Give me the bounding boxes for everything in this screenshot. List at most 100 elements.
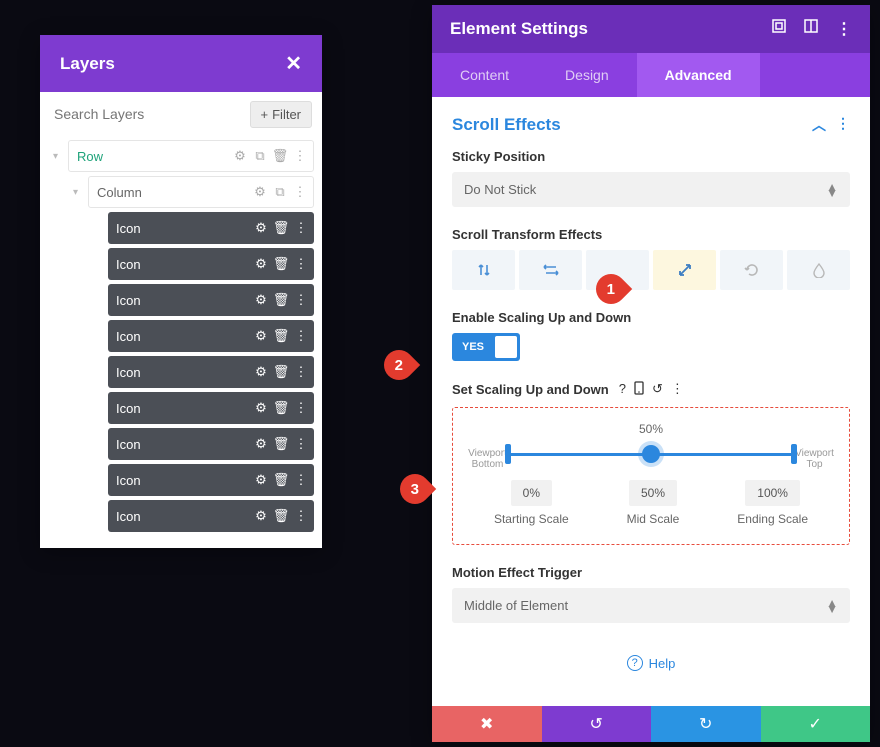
bottom-bar: ✖ ↺ ↻ ✓ (432, 706, 870, 742)
close-icon[interactable]: ✕ (285, 51, 302, 76)
columns-icon[interactable] (804, 19, 818, 39)
starting-scale-value[interactable]: 0% (511, 480, 552, 506)
gear-icon[interactable]: ⚙ (254, 221, 268, 235)
more-icon[interactable]: ⋮ (294, 329, 308, 343)
layer-column[interactable]: ▾ Column ⚙ ⧉ ⋮ (88, 176, 314, 208)
layer-icon-item[interactable]: Icon⚙🗑⋮ (108, 392, 314, 424)
duplicate-icon[interactable]: ⧉ (273, 185, 287, 199)
tab-content[interactable]: Content (432, 53, 537, 97)
slider-handle-end[interactable] (791, 444, 797, 464)
trash-icon[interactable]: 🗑 (274, 401, 288, 415)
trash-icon[interactable]: 🗑 (274, 221, 288, 235)
layer-icon-item[interactable]: Icon⚙🗑⋮ (108, 428, 314, 460)
effect-vertical-icon[interactable] (452, 250, 515, 290)
tab-advanced[interactable]: Advanced (637, 53, 760, 97)
effect-scale-icon[interactable] (653, 250, 716, 290)
layer-icon-item[interactable]: Icon⚙🗑⋮ (108, 248, 314, 280)
caret-icon[interactable]: ▾ (73, 187, 78, 198)
slider-track[interactable] (505, 442, 797, 466)
layer-icon-item[interactable]: Icon⚙🗑⋮ (108, 464, 314, 496)
gear-icon[interactable]: ⚙ (254, 401, 268, 415)
tab-design[interactable]: Design (537, 53, 637, 97)
gear-icon[interactable]: ⚙ (254, 509, 268, 523)
more-icon[interactable]: ⋮ (294, 293, 308, 307)
icon-item-label: Icon (108, 365, 141, 380)
trash-icon[interactable]: 🗑 (274, 437, 288, 451)
trash-icon[interactable]: 🗑 (274, 365, 288, 379)
undo-icon: ↺ (590, 714, 603, 734)
layer-icon-item[interactable]: Icon⚙🗑⋮ (108, 320, 314, 352)
effect-rotate-icon[interactable] (720, 250, 783, 290)
gear-icon[interactable]: ⚙ (254, 293, 268, 307)
trash-icon[interactable]: 🗑 (274, 293, 288, 307)
slider-mid-percent: 50% (465, 422, 837, 436)
toggle-knob (495, 336, 517, 358)
more-icon[interactable]: ⋮ (836, 115, 850, 135)
section-header[interactable]: Scroll Effects ︿ ⋮ (452, 115, 850, 135)
chevron-up-icon[interactable]: ︿ (812, 115, 826, 135)
more-icon[interactable]: ⋮ (836, 19, 852, 39)
gear-icon[interactable]: ⚙ (233, 149, 247, 163)
more-icon[interactable]: ⋮ (294, 437, 308, 451)
layer-icon-item[interactable]: Icon ⚙ 🗑 ⋮ (108, 284, 314, 316)
set-scaling-row: Set Scaling Up and Down ? ↺ ⋮ (452, 381, 850, 397)
more-icon[interactable]: ⋮ (293, 185, 307, 199)
more-icon[interactable]: ⋮ (293, 149, 307, 163)
more-icon[interactable]: ⋮ (294, 473, 308, 487)
cancel-button[interactable]: ✖ (432, 706, 542, 742)
gear-icon[interactable]: ⚙ (254, 329, 268, 343)
help-label: Help (649, 656, 676, 671)
gear-icon[interactable]: ⚙ (254, 437, 268, 451)
trash-icon[interactable]: 🗑 (274, 473, 288, 487)
more-icon[interactable]: ⋮ (294, 365, 308, 379)
more-icon[interactable]: ⋮ (294, 509, 308, 523)
more-icon[interactable]: ⋮ (294, 221, 308, 235)
more-icon[interactable]: ⋮ (294, 401, 308, 415)
effect-horizontal-icon[interactable] (519, 250, 582, 290)
slider-handle-mid[interactable] (642, 445, 660, 463)
layers-tree: ▾ Row ⚙ ⧉ 🗑 ⋮ ▾ Column ⚙ ⧉ ⋮ Icon⚙🗑⋮Icon… (40, 136, 322, 548)
settings-panel: Element Settings ⋮ Content Design Advanc… (432, 5, 870, 742)
layer-icon-item[interactable]: Icon⚙🗑⋮ (108, 500, 314, 532)
device-icon[interactable] (634, 381, 644, 397)
sticky-label: Sticky Position (452, 149, 850, 164)
help-icon[interactable]: ? (619, 381, 626, 397)
caret-icon[interactable]: ▾ (53, 151, 58, 162)
mid-scale-label: Mid Scale (627, 512, 680, 526)
icon-item-label: Icon (108, 293, 141, 308)
expand-icon[interactable] (772, 19, 786, 39)
slider-handle-start[interactable] (505, 444, 511, 464)
gear-icon[interactable]: ⚙ (254, 365, 268, 379)
redo-button[interactable]: ↻ (651, 706, 761, 742)
callout-2: 2 (378, 344, 420, 386)
filter-button[interactable]: + Filter (250, 101, 312, 128)
duplicate-icon[interactable]: ⧉ (253, 149, 267, 163)
trash-icon[interactable]: 🗑 (273, 149, 287, 163)
mid-scale-value[interactable]: 50% (629, 480, 677, 506)
effect-blur-icon[interactable] (787, 250, 850, 290)
icon-item-label: Icon (108, 221, 141, 236)
more-icon[interactable]: ⋮ (294, 257, 308, 271)
gear-icon[interactable]: ⚙ (254, 473, 268, 487)
undo-button[interactable]: ↺ (542, 706, 652, 742)
starting-scale-col: 0% Starting Scale (494, 480, 569, 526)
trash-icon[interactable]: 🗑 (274, 329, 288, 343)
gear-icon[interactable]: ⚙ (254, 257, 268, 271)
save-button[interactable]: ✓ (761, 706, 871, 742)
trigger-select[interactable]: Middle of Element ▲▼ (452, 588, 850, 623)
trash-icon[interactable]: 🗑 (274, 509, 288, 523)
reset-icon[interactable]: ↺ (652, 381, 663, 397)
trash-icon[interactable]: 🗑 (274, 257, 288, 271)
layer-icon-item[interactable]: Icon ⚙ 🗑 ⋮ (108, 212, 314, 244)
filter-label: Filter (272, 107, 301, 122)
search-input[interactable] (50, 100, 242, 128)
sticky-select[interactable]: Do Not Stick ▲▼ (452, 172, 850, 207)
more-icon[interactable]: ⋮ (671, 381, 684, 397)
layer-row[interactable]: ▾ Row ⚙ ⧉ 🗑 ⋮ (68, 140, 314, 172)
layer-icon-item[interactable]: Icon ⚙ 🗑 ⋮ (108, 356, 314, 388)
enable-toggle[interactable]: YES (452, 333, 520, 361)
sticky-value: Do Not Stick (464, 182, 536, 197)
gear-icon[interactable]: ⚙ (253, 185, 267, 199)
ending-scale-value[interactable]: 100% (745, 480, 800, 506)
help-link[interactable]: ? Help (452, 643, 850, 683)
